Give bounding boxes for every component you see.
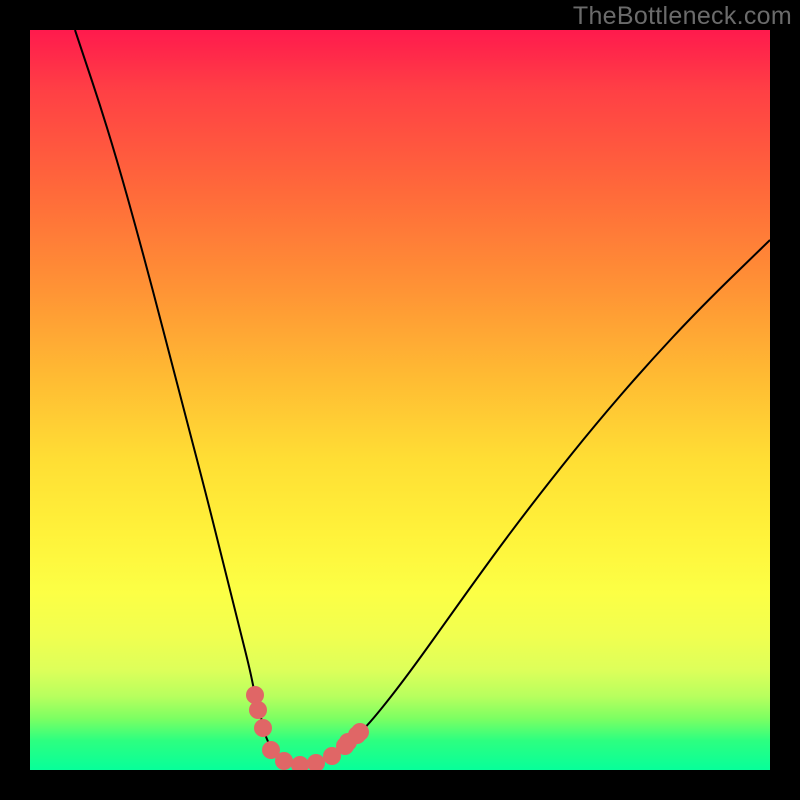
outer-frame: TheBottleneck.com xyxy=(0,0,800,800)
marker-dot xyxy=(351,723,369,741)
marker-dot xyxy=(291,756,309,770)
marker-dot xyxy=(246,686,264,704)
highlight-markers xyxy=(30,30,770,770)
marker-dot xyxy=(307,754,325,770)
marker-dot xyxy=(275,752,293,770)
plot-area xyxy=(30,30,770,770)
watermark-text: TheBottleneck.com xyxy=(573,2,792,31)
marker-dot xyxy=(254,719,272,737)
marker-dot xyxy=(249,701,267,719)
